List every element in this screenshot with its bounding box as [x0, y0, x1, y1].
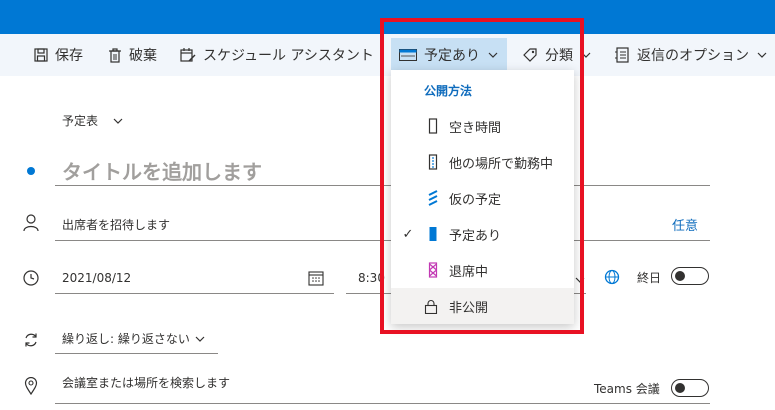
end-time-field[interactable] [574, 262, 586, 294]
calendar-edit-icon [180, 48, 196, 62]
working-elsewhere-icon [428, 154, 438, 170]
save-icon [34, 48, 48, 62]
location-pin-icon [24, 377, 38, 395]
checkmark-icon: ✓ [402, 226, 414, 242]
title-input[interactable]: タイトルを追加します [62, 156, 262, 185]
menu-item-label: 予定あり [449, 228, 502, 244]
save-label: 保存 [55, 48, 83, 64]
menu-item-label: 退席中 [449, 264, 489, 280]
calendar-selector[interactable]: 予定表 [62, 112, 124, 129]
person-icon [23, 214, 39, 232]
start-time-field[interactable]: 8:30 [346, 262, 391, 294]
clock-icon [23, 270, 39, 286]
menu-item-label: 他の場所で勤務中 [449, 156, 554, 172]
menu-header: 公開方法 [424, 84, 473, 98]
menu-item-away[interactable]: 退席中 [391, 252, 574, 288]
discard-button[interactable]: 破棄 [108, 34, 157, 76]
toggle-knob [675, 383, 685, 393]
repeat-value: 繰り返し: 繰り返さない [62, 332, 190, 346]
calendar-label: 予定表 [62, 114, 99, 128]
chevron-down-icon [757, 52, 767, 58]
chevron-down-icon [113, 118, 123, 124]
location-input[interactable]: 会議室または場所を検索します [62, 374, 230, 391]
chevron-down-icon [581, 52, 591, 58]
busy-status-icon [399, 49, 417, 61]
start-date-field[interactable]: 2021/08/12 [55, 262, 334, 294]
repeat-dropdown[interactable]: 繰り返し: 繰り返さない [55, 324, 218, 354]
time-zone-icon[interactable] [604, 269, 620, 285]
title-bar [0, 0, 775, 34]
all-day-label: 終日 [637, 271, 662, 285]
tentative-icon [428, 190, 438, 206]
categorize-label: 分類 [545, 48, 573, 64]
optional-attendees-link[interactable]: 任意 [672, 215, 698, 234]
event-form: 予定表 タイトルを追加します 出席者を招待します 任意 2021/08/12 8… [0, 76, 775, 410]
chevron-down-icon [575, 277, 585, 283]
response-options-icon [615, 47, 629, 63]
attendees-input[interactable]: 出席者を招待します [62, 216, 170, 233]
all-day-toggle[interactable] [671, 267, 709, 285]
busy-icon [429, 227, 437, 241]
scheduling-assistant-label: スケジュール アシスタント [203, 48, 374, 64]
away-icon [428, 262, 438, 278]
toggle-knob [675, 271, 685, 281]
title-underline [55, 185, 710, 186]
response-options-dropdown[interactable]: 返信のオプション [614, 34, 768, 76]
attendees-underline [55, 240, 710, 241]
busy-status-menu: 公開方法 空き時間 他の場所で勤務中 仮の予定 ✓ 予定あり 退席中 非公開 [391, 70, 574, 324]
discard-label: 破棄 [129, 48, 157, 64]
teams-meeting-label: Teams 会議 [594, 382, 660, 396]
save-button[interactable]: 保存 [34, 34, 83, 76]
menu-item-private[interactable]: 非公開 [391, 288, 574, 324]
menu-item-tentative[interactable]: 仮の予定 [391, 180, 574, 216]
busy-status-label: 予定あり [424, 48, 480, 64]
repeat-icon [25, 333, 37, 347]
menu-item-busy[interactable]: ✓ 予定あり [391, 216, 574, 252]
response-options-label: 返信のオプション [637, 48, 749, 64]
menu-item-label: 非公開 [449, 300, 489, 316]
chevron-down-icon [195, 336, 205, 342]
menu-item-working-elsewhere[interactable]: 他の場所で勤務中 [391, 144, 574, 180]
trash-icon [109, 47, 121, 63]
start-time-value: 8:30 [358, 271, 385, 285]
calendar-picker-icon[interactable] [308, 270, 324, 286]
busy-status-dropdown[interactable]: 予定あり [391, 38, 507, 72]
scheduling-assistant-button[interactable]: スケジュール アシスタント [180, 34, 374, 76]
teams-meeting-toggle[interactable] [671, 379, 709, 397]
chevron-down-icon [488, 52, 498, 58]
menu-item-label: 仮の予定 [449, 192, 502, 208]
start-date-value: 2021/08/12 [62, 271, 132, 285]
tag-icon [523, 48, 537, 62]
command-toolbar: 保存 破棄 スケジュール アシスタント 予定あり 分類 返信のオプション [0, 34, 775, 76]
menu-item-free[interactable]: 空き時間 [391, 108, 574, 144]
location-underline [55, 403, 710, 404]
free-icon [428, 118, 438, 134]
menu-item-label: 空き時間 [449, 120, 502, 136]
lock-icon [424, 300, 438, 314]
calendar-color-dot [27, 167, 35, 175]
